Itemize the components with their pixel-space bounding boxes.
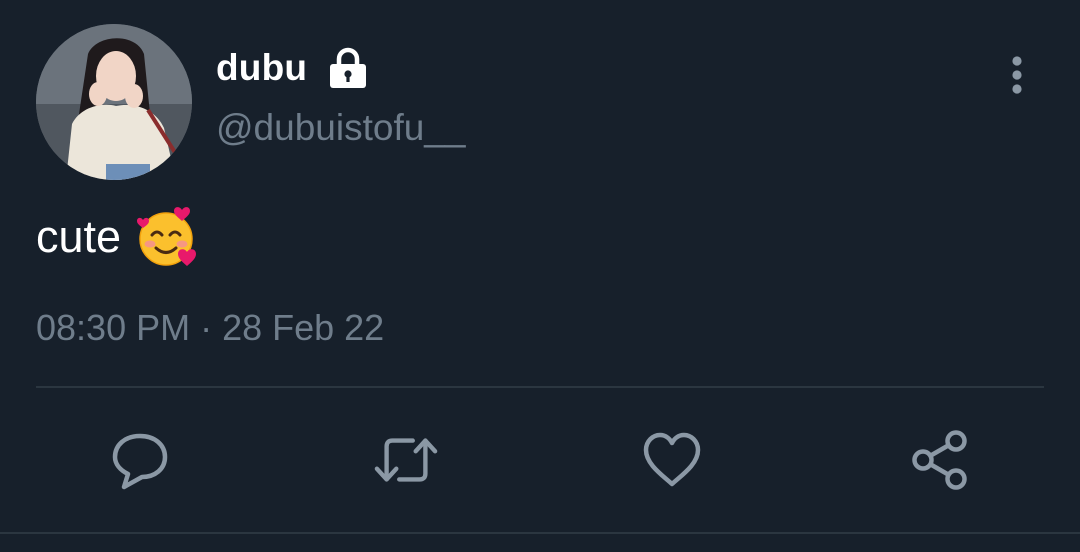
tweet-text: cute — [36, 206, 197, 268]
reply-icon — [112, 433, 168, 490]
divider — [36, 386, 1044, 388]
display-name[interactable]: dubu — [216, 47, 307, 89]
lock-icon — [327, 47, 369, 89]
bottom-divider — [0, 532, 1080, 534]
more-options-button[interactable] — [996, 52, 1038, 98]
heart-icon — [643, 432, 701, 487]
display-name-row: dubu — [216, 44, 369, 92]
smiling-face-with-hearts-icon — [135, 206, 197, 268]
share-icon — [912, 430, 967, 490]
share-button[interactable] — [908, 428, 972, 492]
tweet-text-body: cute — [36, 211, 122, 262]
more-vertical-icon — [1012, 56, 1022, 94]
retweet-icon — [374, 438, 438, 482]
avatar[interactable] — [36, 24, 192, 180]
reply-button[interactable] — [108, 428, 172, 492]
user-handle[interactable]: @dubuistofu__ — [216, 107, 465, 149]
like-button[interactable] — [640, 428, 704, 492]
tweet-timestamp[interactable]: 08:30 PM · 28 Feb 22 — [36, 307, 384, 349]
retweet-button[interactable] — [374, 428, 438, 492]
tweet-detail: dubu @dubuistofu__ cute 08:30 PM · 28 Fe… — [0, 0, 1080, 552]
